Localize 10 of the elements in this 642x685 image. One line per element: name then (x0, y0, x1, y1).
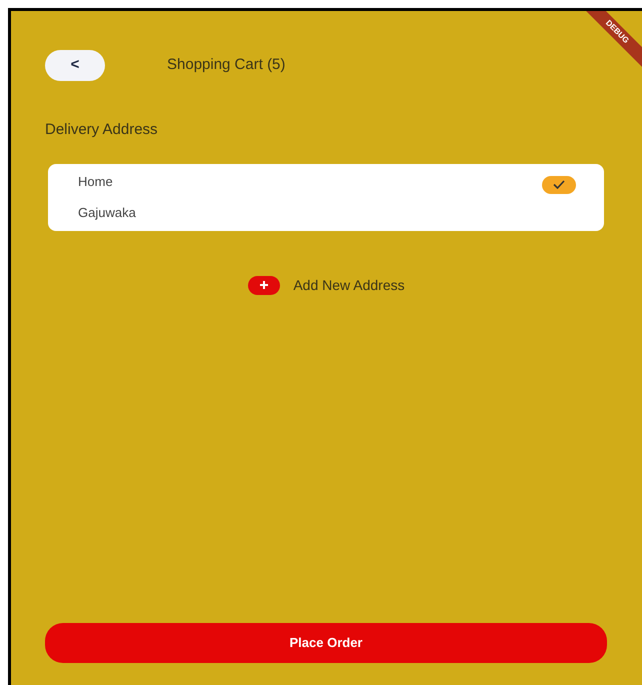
place-order-button[interactable]: Place Order (45, 623, 607, 663)
section-title: Delivery Address (45, 120, 158, 140)
address-card[interactable]: Home Gajuwaka (48, 164, 604, 230)
add-address-button[interactable]: Add New Address (248, 274, 405, 296)
plus-icon (248, 276, 280, 294)
back-button[interactable]: < (45, 50, 105, 81)
check-icon[interactable] (542, 176, 576, 194)
page-title: Shopping Cart (5) (167, 55, 286, 76)
address-area: Gajuwaka (78, 203, 136, 222)
address-label: Home (78, 172, 114, 190)
